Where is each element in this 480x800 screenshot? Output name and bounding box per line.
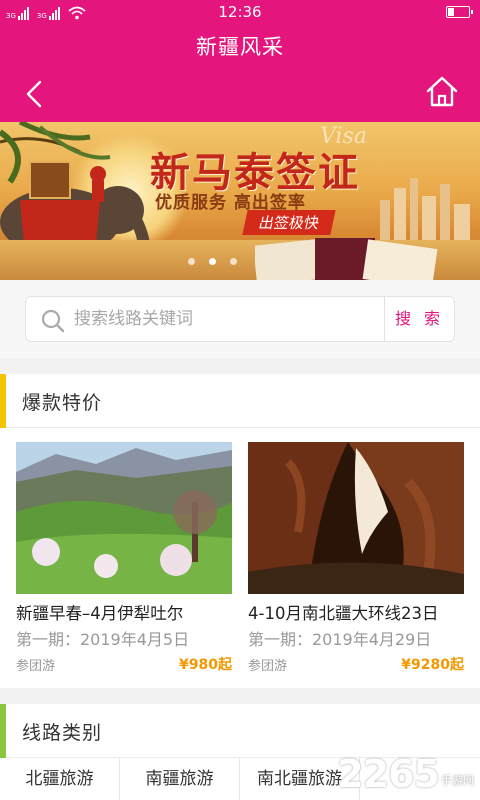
home-icon bbox=[426, 76, 458, 107]
deal-image[interactable] bbox=[248, 442, 464, 594]
back-button[interactable] bbox=[18, 74, 54, 114]
section-accent-bar bbox=[0, 374, 6, 428]
section-header-hot-deals: 爆款特价 bbox=[0, 374, 480, 428]
search-bar: 搜 索 bbox=[0, 280, 480, 358]
section-header-route-categories: 线路类别 bbox=[0, 704, 480, 758]
deal-type: 参团游 bbox=[248, 658, 288, 674]
category-south-xinjiang[interactable]: 南疆旅游 bbox=[120, 758, 240, 800]
section-accent-bar bbox=[0, 704, 6, 758]
category-north-xinjiang[interactable]: 北疆旅游 bbox=[0, 758, 120, 800]
status-bar: 3G 3G 12:36 bbox=[0, 0, 480, 24]
banner-tag: 出签极快 bbox=[242, 210, 336, 235]
section-title: 爆款特价 bbox=[22, 392, 103, 414]
clock: 12:36 bbox=[218, 3, 262, 21]
deal-date: 第一期：2019年4月5日 bbox=[16, 630, 190, 649]
city-skyline bbox=[380, 178, 470, 240]
deal-date: 第一期：2019年4月29日 bbox=[248, 630, 432, 649]
deal-type: 参团游 bbox=[16, 658, 56, 674]
deal-card[interactable]: 4-10月南北疆大环线23日 第一期：2019年4月29日 参团游 ¥9280起 bbox=[248, 442, 464, 674]
battery-icon bbox=[446, 6, 473, 18]
deal-name: 新疆早春–4月伊犁吐尔 bbox=[16, 604, 184, 623]
watermark-logo: 2265 手游网 bbox=[337, 752, 474, 796]
search-box: 搜 索 bbox=[25, 296, 455, 342]
deal-card[interactable]: 新疆早春–4月伊犁吐尔 第一期：2019年4月5日 参团游 ¥980起 bbox=[16, 442, 232, 674]
carousel-indicator[interactable] bbox=[188, 258, 237, 265]
page-title: 新疆风采 bbox=[196, 35, 284, 59]
app-header: 新疆风采 bbox=[0, 24, 480, 122]
search-icon bbox=[41, 309, 65, 333]
deal-price: ¥9280起 bbox=[401, 657, 464, 673]
section-title: 线路类别 bbox=[22, 722, 103, 744]
promo-banner[interactable]: Visa 新马泰签证 优质服务 高出签率 出签极快 bbox=[0, 122, 480, 280]
passport-illustration bbox=[255, 238, 438, 280]
home-button[interactable] bbox=[424, 74, 460, 110]
search-button[interactable]: 搜 索 bbox=[384, 297, 454, 341]
hot-deals-list: 新疆早春–4月伊犁吐尔 第一期：2019年4月5日 参团游 ¥980起 4-10… bbox=[0, 428, 480, 688]
chevron-left-icon bbox=[26, 80, 42, 108]
search-input[interactable] bbox=[74, 297, 384, 341]
deal-name: 4-10月南北疆大环线23日 bbox=[248, 604, 439, 623]
deal-image[interactable] bbox=[16, 442, 232, 594]
deal-price: ¥980起 bbox=[179, 657, 232, 673]
